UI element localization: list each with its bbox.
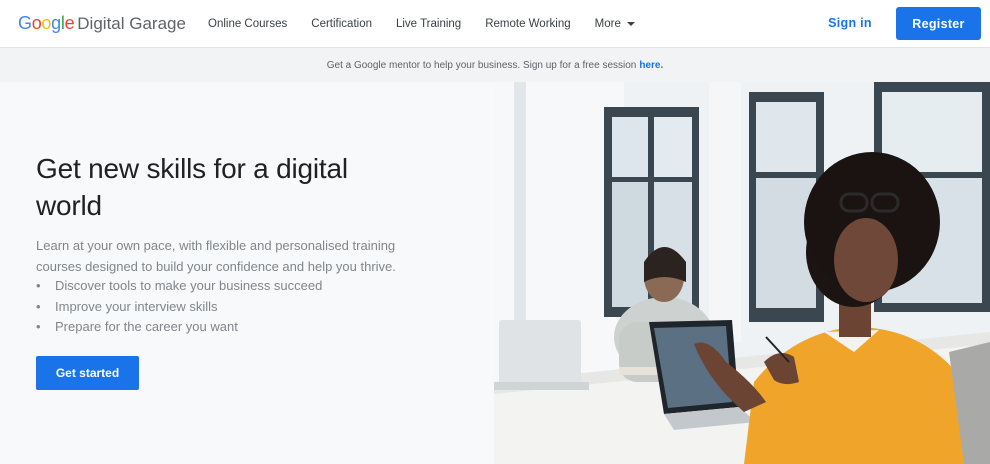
caret-down-icon [626,22,635,26]
sign-in-link[interactable]: Sign in [820,7,880,38]
bullet-dot: • [36,319,41,334]
hero-bullets: • Discover tools to make your business su… [36,276,436,338]
logo-letter: g [51,13,61,33]
banner-text: Get a Google mentor to help your busines… [326,59,637,71]
mentor-banner: Get a Google mentor to help your busines… [0,48,990,82]
nav-item-live-training[interactable]: Live Training [396,18,461,30]
google-wordmark: Google [18,13,75,34]
list-item: • Improve your interview skills [36,297,436,318]
hero-content: Get new skills for a digital world Learn… [0,82,494,464]
bullet-dot: • [36,278,41,293]
nav-item-label: More [594,17,621,30]
bullet-text: Discover tools to make your business suc… [55,278,323,293]
main-nav: Online Courses Certification Live Traini… [196,0,647,47]
get-started-button[interactable]: Get started [36,356,139,390]
bullet-dot: • [36,298,41,314]
hero-photo [494,82,990,464]
bullet-text: Prepare for the career you want [55,319,238,334]
nav-item-label: Live Training [395,17,462,30]
hero-photo-illustration [494,82,990,464]
logo-letter: o [41,13,52,33]
nav-item-label: Online Courses [208,17,288,30]
nav-item-label: Certification [311,17,372,30]
nav-item-label: Remote Working [485,17,571,30]
logo-letter: o [31,13,42,33]
list-item: • Discover tools to make your business su… [36,276,436,297]
nav-item-more[interactable]: More [595,18,635,30]
nav-item-online-courses[interactable]: Online Courses [208,18,287,30]
nav-item-certification[interactable]: Certification [311,18,372,30]
google-digital-garage-logo[interactable]: Google Digital Garage [18,13,186,35]
banner-link[interactable]: here. [639,60,663,71]
list-item: • Prepare for the career you want [36,317,436,338]
hero-section: Get new skills for a digital world Learn… [0,82,990,464]
logo-letter: G [18,13,32,33]
site-header: Google Digital Garage Online Courses Cer… [0,0,990,48]
hero-title: Get new skills for a digital world [36,153,348,221]
logo-product-name: Digital Garage [77,14,186,33]
logo-letter: e [64,13,75,33]
nav-item-remote-working[interactable]: Remote Working [485,18,570,30]
bullet-text: Improve your interview skills [55,298,218,314]
register-button[interactable]: Register [896,7,981,40]
hero-description: Learn at your own pace, with flexible an… [36,238,396,274]
